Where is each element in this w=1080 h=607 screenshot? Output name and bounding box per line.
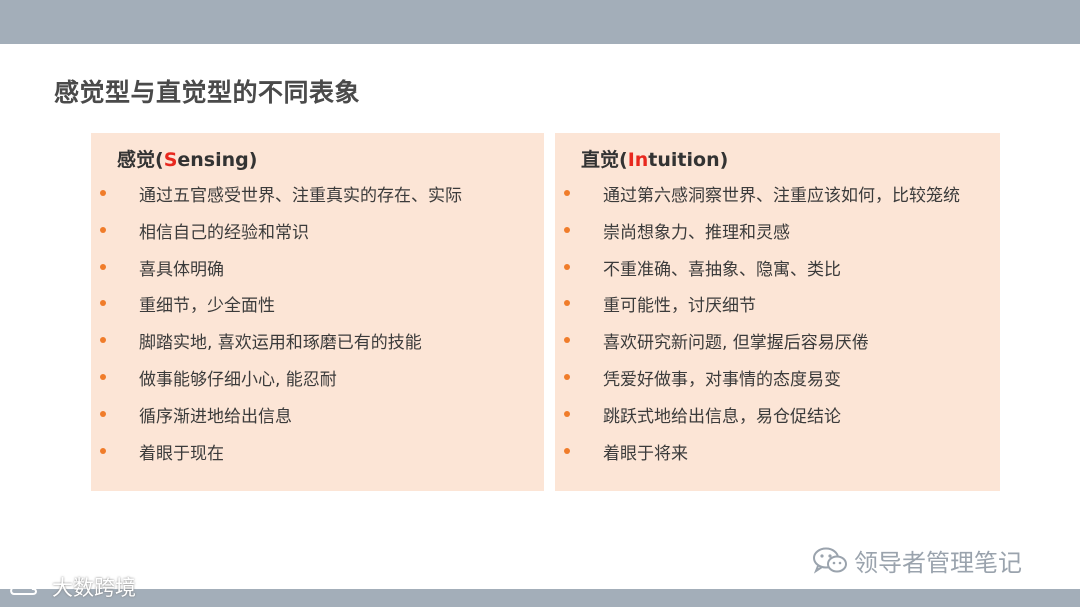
list-item-text: 着眼于现在 <box>139 443 224 464</box>
bullet-icon <box>100 447 106 454</box>
list-item-text: 着眼于将来 <box>603 443 688 464</box>
list-item: 喜具体明确 <box>91 255 544 292</box>
bullet-icon <box>100 263 106 270</box>
list-item-text: 不重准确、喜抽象、隐寓、类比 <box>603 259 841 280</box>
sensing-list: 通过五官感受世界、注重真实的存在、实际 相信自己的经验和常识 喜具体明确 重细节… <box>91 181 544 475</box>
list-item: 喜欢研究新问题, 但掌握后容易厌倦 <box>555 328 1000 365</box>
bullet-icon <box>564 410 570 417</box>
bullet-icon <box>564 337 570 344</box>
bullet-icon <box>100 337 106 344</box>
wechat-watermark-text: 领导者管理笔记 <box>854 549 1022 577</box>
list-item-text: 崇尚想象力、推理和灵感 <box>603 222 790 243</box>
list-item-text: 脚踏实地, 喜欢运用和琢磨已有的技能 <box>139 333 422 354</box>
intuition-heading: 直觉(Intuition) <box>581 145 728 172</box>
sensing-heading-suffix: ensing) <box>177 149 258 171</box>
list-item-text: 重可能性，讨厌细节 <box>603 296 756 317</box>
bottom-bar <box>0 589 1080 607</box>
list-item-text: 凭爱好做事，对事情的态度易变 <box>603 369 841 390</box>
intuition-heading-suffix: tuition) <box>648 149 729 171</box>
bullet-icon <box>100 190 106 196</box>
list-item-text: 喜具体明确 <box>139 259 224 280</box>
list-item-text: 循序渐进地给出信息 <box>139 406 292 427</box>
slide-title: 感觉型与直觉型的不同表象 <box>54 78 361 107</box>
bullet-icon <box>100 373 106 380</box>
list-item: 不重准确、喜抽象、隐寓、类比 <box>555 255 1000 292</box>
list-item: 通过第六感洞察世界、注重应该如何，比较笼统 <box>555 181 1000 218</box>
bullet-icon <box>564 373 570 380</box>
bullet-icon <box>564 226 570 233</box>
list-item-text: 相信自己的经验和常识 <box>139 222 309 243</box>
bullet-icon <box>564 263 570 270</box>
list-item: 脚踏实地, 喜欢运用和琢磨已有的技能 <box>91 328 544 365</box>
list-item: 跳跃式地给出信息，易仓促结论 <box>555 402 1000 439</box>
bullet-icon <box>564 300 570 307</box>
list-item-text: 做事能够仔细小心, 能忍耐 <box>139 369 337 390</box>
list-item: 着眼于现在 <box>91 439 544 476</box>
corner-watermark: 大数跨境 <box>8 572 136 602</box>
bullet-icon <box>564 447 570 454</box>
list-item: 通过五官感受世界、注重真实的存在、实际 <box>91 181 544 218</box>
wechat-icon <box>813 547 847 574</box>
list-item: 崇尚想象力、推理和灵感 <box>555 218 1000 255</box>
list-item: 着眼于将来 <box>555 439 1000 476</box>
sensing-heading: 感觉(Sensing) <box>117 145 257 172</box>
cloud-logo-icon <box>10 579 45 595</box>
list-item-text: 重细节，少全面性 <box>139 296 275 317</box>
list-item: 做事能够仔细小心, 能忍耐 <box>91 365 544 402</box>
list-item-text: 通过第六感洞察世界、注重应该如何，比较笼统 <box>603 186 960 206</box>
sensing-heading-highlight: S <box>163 149 178 171</box>
intuition-list: 通过第六感洞察世界、注重应该如何，比较笼统 崇尚想象力、推理和灵感 不重准确、喜… <box>555 181 1000 475</box>
list-item-text: 喜欢研究新问题, 但掌握后容易厌倦 <box>603 333 869 354</box>
intuition-heading-prefix: 直觉( <box>581 149 628 171</box>
bullet-icon <box>100 410 106 417</box>
bullet-icon <box>100 226 106 233</box>
list-item: 重细节，少全面性 <box>91 291 544 328</box>
sensing-heading-prefix: 感觉( <box>117 149 164 171</box>
intuition-panel: 直觉(Intuition) 通过第六感洞察世界、注重应该如何，比较笼统 崇尚想象… <box>555 133 1000 491</box>
bullet-icon <box>100 300 106 307</box>
sensing-panel: 感觉(Sensing) 通过五官感受世界、注重真实的存在、实际 相信自己的经验和… <box>91 133 544 491</box>
list-item-text: 通过五官感受世界、注重真实的存在、实际 <box>139 186 462 206</box>
list-item: 凭爱好做事，对事情的态度易变 <box>555 365 1000 402</box>
list-item: 循序渐进地给出信息 <box>91 402 544 439</box>
wechat-watermark: 领导者管理笔记 <box>812 543 1022 578</box>
list-item: 重可能性，讨厌细节 <box>555 291 1000 328</box>
bullet-icon <box>564 190 570 196</box>
corner-watermark-text: 大数跨境 <box>52 576 136 600</box>
top-bar <box>0 0 1080 44</box>
list-item-text: 跳跃式地给出信息，易仓促结论 <box>603 406 841 427</box>
list-item: 相信自己的经验和常识 <box>91 218 544 255</box>
intuition-heading-highlight: In <box>627 149 649 171</box>
